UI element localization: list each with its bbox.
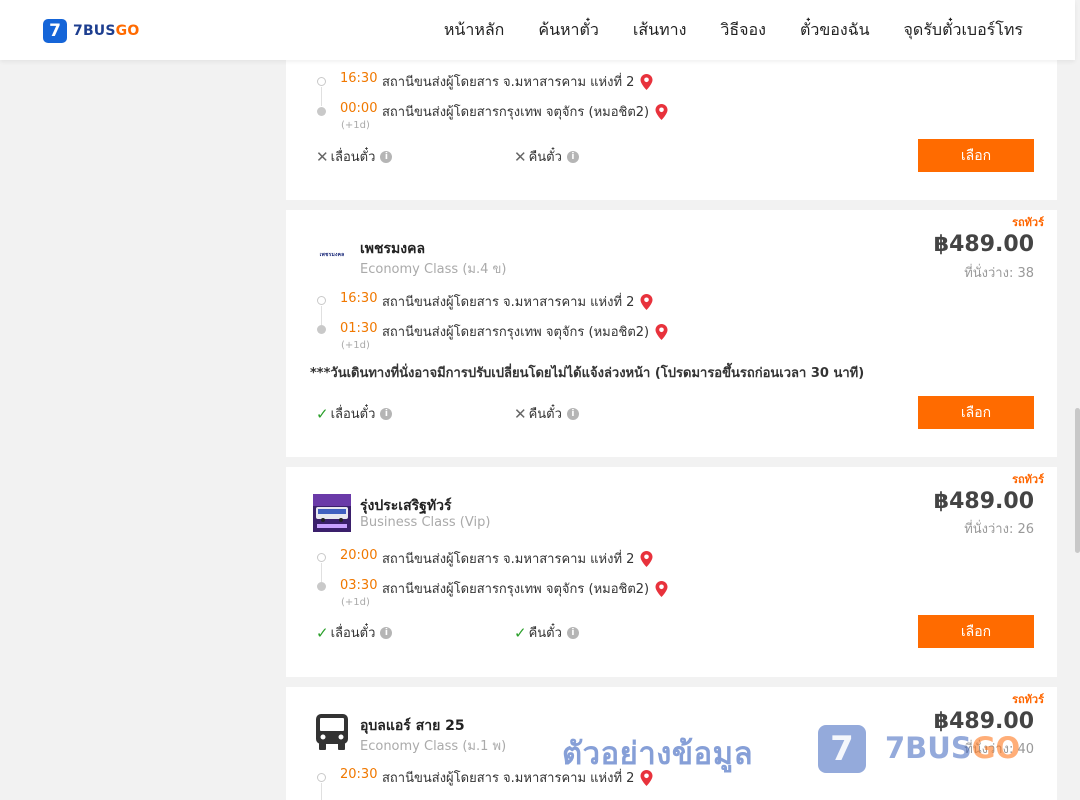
next-day-label: (+1d) [341,340,370,351]
trip-card: รถทัวร์ เพชรมงคล เพชรมงคล Economy Class … [286,210,1057,457]
watermark-logo-icon: 7 [818,725,866,773]
bus-class: Business Class (Vip) [360,515,491,530]
brand-name: 7BUSGO [73,23,140,39]
price: ฿489.00 [933,232,1034,257]
depart-dot [317,553,326,562]
cross-icon: ✕ [514,147,527,166]
route-line [321,563,322,582]
depart-station: สถานีขนส่งผู้โดยสาร จ.มหาสารคาม แห่งที่ … [382,71,653,92]
info-icon[interactable]: i [566,150,579,163]
depart-dot [317,77,326,86]
map-pin-icon[interactable] [655,103,668,120]
top-navbar: 7 7BUSGO หน้าหลัก ค้นหาตั๋ว เส้นทาง วิธี… [0,0,1075,60]
info-icon[interactable]: i [566,626,579,639]
bus-class: Economy Class (ม.1 พ) [360,739,507,754]
arrive-dot [317,582,326,591]
next-day-label: (+1d) [341,120,370,131]
route-line [321,306,322,325]
map-pin-icon[interactable] [640,73,653,90]
map-pin-icon[interactable] [640,293,653,310]
route-line [321,783,322,800]
cross-icon: ✕ [514,404,527,423]
brand-logo[interactable]: 7 7BUSGO [43,19,139,43]
arrive-time: 00:00 [340,101,378,116]
operator-name: อุบลแอร์ สาย 25 [360,718,465,734]
check-icon: ✓ [316,623,329,642]
depart-dot [317,296,326,305]
depart-time: 16:30 [340,71,378,86]
trip-card: 16:30 สถานีขนส่งผู้โดยสาร จ.มหาสารคาม แห… [286,54,1057,200]
info-icon[interactable]: i [380,150,393,163]
refund-ticket-policy: ✕ คืนตั๋ว i [514,403,579,424]
info-icon[interactable]: i [566,407,579,420]
scrollbar-thumb[interactable] [1075,408,1080,553]
tour-badge: รถทัวร์ [1012,693,1044,706]
bus-class: Economy Class (ม.4 ข) [360,262,507,277]
arrive-dot [317,325,326,334]
page-scrollbar[interactable] [1075,60,1080,800]
select-trip-button[interactable]: เลือก [918,139,1034,172]
info-icon[interactable]: i [380,407,393,420]
logo-mark-icon: 7 [43,19,67,43]
operator-name: รุ่งประเสริฐทัวร์ [360,498,452,514]
depart-dot [317,773,326,782]
tour-badge: รถทัวร์ [1012,473,1044,486]
depart-station: สถานีขนส่งผู้โดยสาร จ.มหาสารคาม แห่งที่ … [382,291,653,312]
nav-search-ticket[interactable]: ค้นหาตั๋ว [538,19,599,41]
cross-icon: ✕ [316,147,329,166]
seats-available: ที่นั่งว่าง: 26 [964,522,1034,537]
watermark-text: ตัวอย่างข้อมูล [562,736,754,772]
arrive-dot [317,107,326,116]
map-pin-icon[interactable] [655,323,668,340]
nav-routes[interactable]: เส้นทาง [633,19,687,41]
change-ticket-policy: ✓ เลื่อนตั๋ว i [316,403,393,424]
info-icon[interactable]: i [380,626,393,639]
arrive-time: 01:30 [340,321,378,336]
trip-notice: ***วันเดินทางที่นั่งอาจมีการปรับเปลี่ยนโ… [310,366,865,381]
change-ticket-policy: ✓ เลื่อนตั๋ว i [316,622,393,643]
tour-badge: รถทัวร์ [1012,216,1044,229]
nav-pickup-points[interactable]: จุดรับตั๋วเบอร์โทร [904,19,1023,41]
depart-station: สถานีขนส่งผู้โดยสาร จ.มหาสารคาม แห่งที่ … [382,548,653,569]
check-icon: ✓ [514,623,527,642]
refund-ticket-policy: ✓ คืนตั๋ว i [514,622,579,643]
select-trip-button[interactable]: เลือก [918,396,1034,429]
arrive-station: สถานีขนส่งผู้โดยสารกรุงเทพ จตุจักร (หมอช… [382,321,668,342]
map-pin-icon[interactable] [655,580,668,597]
depart-time: 16:30 [340,291,378,306]
price: ฿489.00 [933,489,1034,514]
depart-time: 20:30 [340,767,378,782]
watermark-brand: 7BUSGO [885,731,1021,765]
seats-available: ที่นั่งว่าง: 38 [964,266,1034,281]
nav-how-to-book[interactable]: วิธีจอง [720,19,766,41]
depart-time: 20:00 [340,548,378,563]
arrive-time: 03:30 [340,578,378,593]
main-nav: หน้าหลัก ค้นหาตั๋ว เส้นทาง วิธีจอง ตั๋วข… [410,19,1023,41]
arrive-station: สถานีขนส่งผู้โดยสารกรุงเทพ จตุจักร (หมอช… [382,101,668,122]
change-ticket-policy: ✕ เลื่อนตั๋ว i [316,146,393,167]
map-pin-icon[interactable] [640,550,653,567]
bus-icon [313,713,351,751]
arrive-station: สถานีขนส่งผู้โดยสารกรุงเทพ จตุจักร (หมอช… [382,578,668,599]
trip-card: รถทัวร์ รุ่งประเสริฐทัวร์ Business Class… [286,467,1057,677]
refund-ticket-policy: ✕ คืนตั๋ว i [514,146,579,167]
nav-home[interactable]: หน้าหลัก [444,19,505,41]
next-day-label: (+1d) [341,597,370,608]
check-icon: ✓ [316,404,329,423]
nav-my-tickets[interactable]: ตั๋วของฉัน [800,19,870,41]
operator-logo: เพชรมงคล [319,252,345,258]
operator-logo [313,494,351,532]
operator-name: เพชรมงคล [360,241,426,257]
route-line [321,87,322,106]
select-trip-button[interactable]: เลือก [918,615,1034,648]
